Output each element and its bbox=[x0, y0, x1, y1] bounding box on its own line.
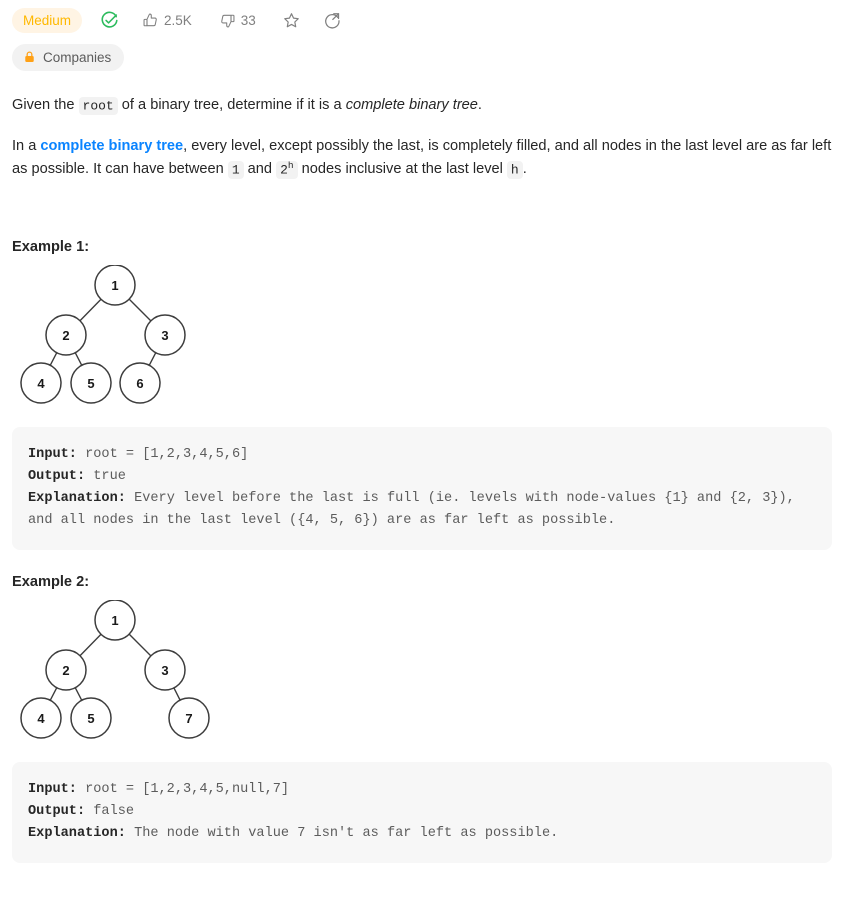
example-2-binary-tree-diagram: 1 2 3 4 5 7 bbox=[20, 600, 210, 739]
thumbs-up-icon bbox=[143, 13, 157, 26]
dislike-button[interactable]: 33 bbox=[219, 6, 256, 34]
like-button[interactable]: 2.5K bbox=[142, 6, 192, 34]
example-1-tree-figure: 1 2 3 4 5 6 bbox=[12, 265, 832, 405]
tree-edge bbox=[79, 633, 102, 657]
example-1-heading: Example 1: bbox=[12, 239, 90, 255]
tree-node: 5 bbox=[70, 362, 112, 404]
p2-text-4: nodes inclusive at the last level bbox=[297, 161, 507, 177]
tree-node: 3 bbox=[144, 314, 186, 356]
tree-edge bbox=[74, 352, 83, 366]
thumbs-down-icon bbox=[220, 14, 235, 27]
tree-node: 4 bbox=[20, 362, 62, 404]
tree-node-label: 3 bbox=[161, 328, 168, 343]
difficulty-badge[interactable]: Medium bbox=[12, 7, 83, 33]
output-label: Output: bbox=[28, 804, 86, 819]
tree-node: 2 bbox=[45, 314, 87, 356]
one-code-chip: 1 bbox=[227, 160, 244, 179]
two-pow-h-base: 2 bbox=[280, 162, 288, 177]
p1-text-before: Given the bbox=[12, 97, 79, 113]
p1-italic-term: complete binary tree bbox=[345, 97, 478, 113]
input-label: Input: bbox=[28, 782, 77, 797]
explanation-label: Explanation: bbox=[28, 491, 126, 506]
companies-label: Companies bbox=[43, 49, 112, 65]
example-1-output-line: Output: true bbox=[28, 466, 816, 488]
p2-text-3: and bbox=[243, 161, 277, 177]
problem-statement-paragraph-2: In a complete binary tree, every level, … bbox=[12, 135, 832, 181]
tree-node-label: 2 bbox=[62, 663, 69, 678]
dislike-count: 33 bbox=[240, 12, 256, 28]
solved-status-icon[interactable] bbox=[100, 6, 119, 34]
favorite-button[interactable] bbox=[282, 6, 301, 34]
two-pow-h-exponent: h bbox=[287, 159, 294, 171]
tree-node: 5 bbox=[70, 697, 112, 739]
explanation-value: The node with value 7 isn't as far left … bbox=[125, 826, 559, 841]
tree-edge bbox=[79, 298, 102, 322]
output-value: true bbox=[85, 469, 126, 484]
h-code-chip: h bbox=[506, 160, 523, 179]
tree-node-label: 7 bbox=[185, 711, 192, 726]
tree-node-label: 3 bbox=[161, 663, 168, 678]
input-value: root = [1,2,3,4,5,6] bbox=[76, 447, 249, 462]
tree-edge bbox=[74, 687, 83, 701]
tree-node: 3 bbox=[144, 649, 186, 691]
tree-node: 7 bbox=[168, 697, 210, 739]
example-1-input-line: Input: root = [1,2,3,4,5,6] bbox=[28, 444, 816, 466]
output-label: Output: bbox=[28, 469, 86, 484]
p2-text-5: . bbox=[522, 161, 527, 177]
tree-edge bbox=[128, 633, 152, 657]
like-count: 2.5K bbox=[164, 12, 192, 28]
output-value: false bbox=[85, 804, 135, 819]
tree-node: 2 bbox=[45, 649, 87, 691]
p2-text-1: In a bbox=[12, 138, 41, 154]
root-code-chip: root bbox=[78, 96, 118, 115]
example-2-explanation-line: Explanation: The node with value 7 isn't… bbox=[28, 823, 816, 845]
tree-node-label: 5 bbox=[87, 376, 94, 391]
tree-edge bbox=[49, 352, 58, 366]
tag-row: Companies bbox=[12, 43, 832, 71]
example-1-code-block: Input: root = [1,2,3,4,5,6] Output: true… bbox=[12, 427, 832, 550]
tree-node: 6 bbox=[119, 362, 161, 404]
example-1-explanation-line: Explanation: Every level before the last… bbox=[28, 488, 816, 532]
companies-tag-button[interactable]: Companies bbox=[12, 43, 125, 71]
tree-node-label: 6 bbox=[136, 376, 143, 391]
example-1-binary-tree-diagram: 1 2 3 4 5 6 bbox=[20, 265, 186, 404]
tree-node-label: 4 bbox=[37, 376, 45, 391]
tree-node-label: 2 bbox=[62, 328, 69, 343]
example-2-code-block: Input: root = [1,2,3,4,5,null,7] Output:… bbox=[12, 762, 832, 863]
complete-binary-tree-link[interactable]: complete binary tree bbox=[40, 138, 183, 154]
two-pow-h-code-chip: 2h bbox=[276, 159, 298, 179]
example-2-output-line: Output: false bbox=[28, 801, 816, 823]
example-2-heading: Example 2: bbox=[12, 574, 90, 590]
tree-node-label: 4 bbox=[37, 711, 45, 726]
explanation-label: Explanation: bbox=[28, 826, 126, 841]
p1-text-middle: of a binary tree, determine if it is a bbox=[117, 97, 346, 113]
tree-node-label: 5 bbox=[87, 711, 94, 726]
check-circle-icon bbox=[101, 11, 118, 28]
example-2-input-line: Input: root = [1,2,3,4,5,null,7] bbox=[28, 779, 816, 801]
tree-edge bbox=[148, 352, 157, 366]
tree-edge bbox=[128, 298, 152, 322]
problem-description-panel: Medium 2.5K 33 Companies Given the root … bbox=[0, 0, 844, 863]
p1-text-after: . bbox=[477, 97, 482, 113]
example-2-tree-figure: 1 2 3 4 5 7 bbox=[12, 600, 832, 740]
problem-toolbar: Medium 2.5K 33 bbox=[12, 0, 832, 37]
tree-node: 4 bbox=[20, 697, 62, 739]
share-button[interactable] bbox=[323, 6, 342, 34]
tree-edge bbox=[49, 687, 58, 701]
lock-icon bbox=[25, 51, 34, 62]
star-icon bbox=[284, 12, 299, 27]
tree-node: 1 bbox=[94, 600, 136, 641]
explanation-value: Every level before the last is full (ie.… bbox=[28, 491, 803, 528]
problem-statement-paragraph-1: Given the root of a binary tree, determi… bbox=[12, 94, 832, 117]
tree-node: 1 bbox=[94, 265, 136, 306]
input-value: root = [1,2,3,4,5,null,7] bbox=[76, 782, 290, 797]
input-label: Input: bbox=[28, 447, 77, 462]
tree-node-label: 1 bbox=[111, 613, 118, 628]
tree-node-label: 1 bbox=[111, 278, 118, 293]
share-icon bbox=[324, 12, 340, 29]
tree-edge bbox=[173, 687, 181, 701]
